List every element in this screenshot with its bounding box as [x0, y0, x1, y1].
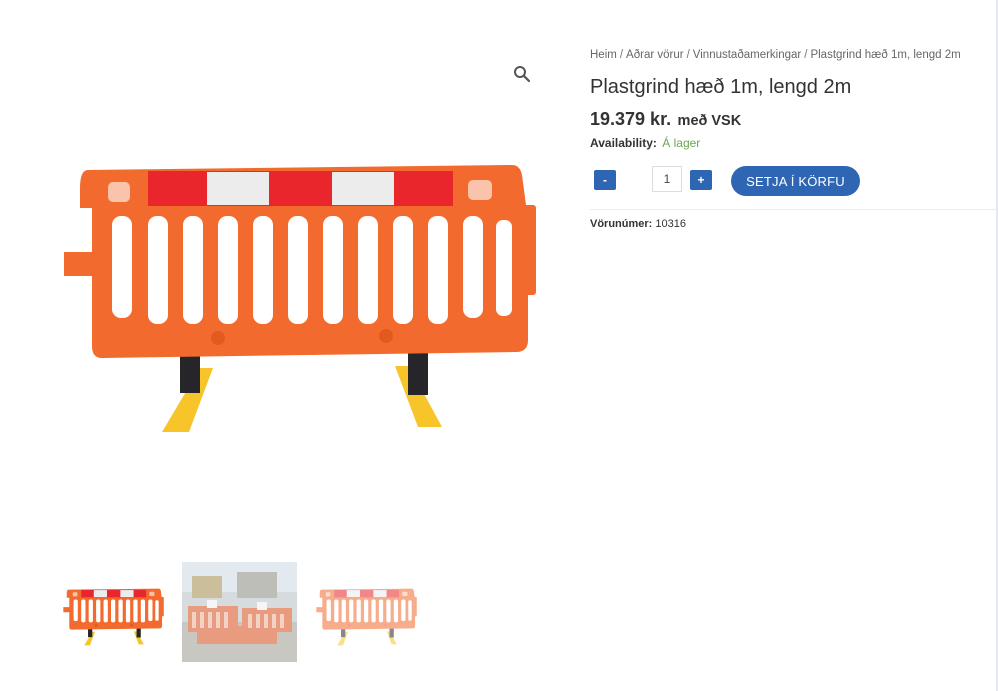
product-title: Plastgrind hæð 1m, lengd 2m	[590, 76, 852, 98]
breadcrumb-separator: /	[804, 49, 808, 61]
product-price: 19.379 kr. með VSK	[590, 109, 741, 130]
product-main-image[interactable]	[40, 40, 550, 510]
availability: Availability: Á lager	[590, 136, 700, 150]
price-amount: 19.379 kr.	[590, 109, 672, 129]
zoom-button[interactable]	[510, 62, 534, 86]
search-icon	[514, 66, 531, 83]
breadcrumb-current: Plastgrind hæð 1m, lengd 2m	[810, 49, 961, 61]
thumbnail-3[interactable]	[308, 562, 423, 662]
thumbnail-2[interactable]	[182, 562, 297, 662]
quantity-input[interactable]	[652, 166, 682, 192]
breadcrumb: Heim / Aðrar vörur / Vinnustaðamerkingar / Pla…	[590, 49, 961, 61]
add-to-cart-button[interactable]: SETJA Í KÖRFU	[731, 166, 860, 196]
breadcrumb-separator: /	[686, 49, 690, 61]
breadcrumb-other-products[interactable]: Aðrar vörur	[626, 49, 684, 61]
availability-label: Availability:	[590, 136, 657, 150]
product-sku: Vörunúmer: 10316	[590, 218, 686, 230]
price-suffix: með VSK	[677, 113, 742, 129]
breadcrumb-separator: /	[619, 49, 624, 61]
quantity-minus-button[interactable]: -	[594, 170, 616, 190]
divider	[590, 209, 996, 210]
breadcrumb-category[interactable]: Vinnustaðamerkingar	[693, 49, 801, 61]
thumbnail-1[interactable]	[55, 562, 170, 662]
availability-status: Á lager	[662, 136, 701, 150]
sku-label: Vörunúmer:	[590, 218, 653, 230]
quantity-plus-button[interactable]: +	[690, 170, 712, 190]
breadcrumb-home[interactable]: Heim	[590, 49, 617, 61]
sku-value: 10316	[655, 218, 686, 230]
